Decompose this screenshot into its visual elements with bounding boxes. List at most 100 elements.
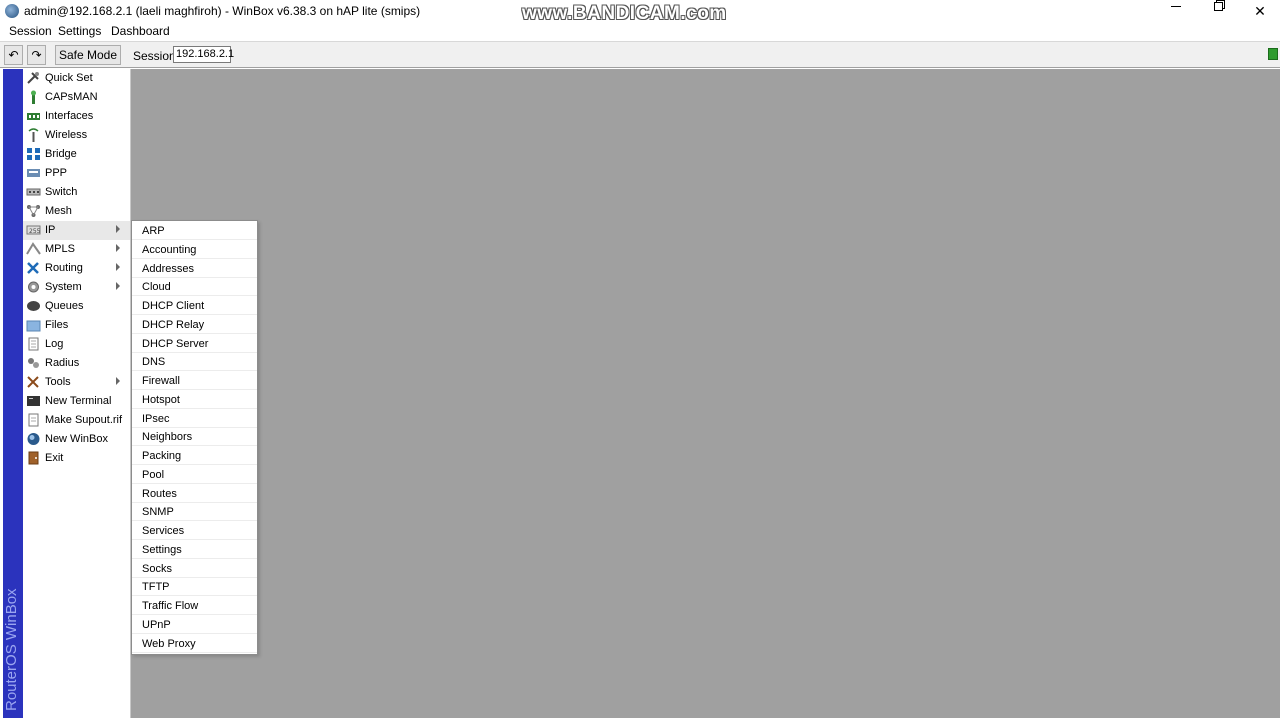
submenu-item-dhcp-server[interactable]: DHCP Server [132, 334, 257, 353]
submenu-item-socks[interactable]: Socks [132, 559, 257, 578]
submenu-item-accounting[interactable]: Accounting [132, 240, 257, 259]
submenu-item-dhcp-client[interactable]: DHCP Client [132, 296, 257, 315]
radius-icon [28, 358, 39, 368]
menu-item-exit[interactable]: Exit [23, 449, 130, 468]
safe-mode-button[interactable]: Safe Mode [55, 45, 121, 65]
menu-item-wireless[interactable]: Wireless [23, 126, 130, 145]
menu-item-make-supout[interactable]: Make Supout.rif [23, 411, 130, 430]
workspace-area [131, 69, 1280, 718]
menu-item-routing[interactable]: Routing [23, 259, 130, 278]
bridge-icon [27, 148, 40, 160]
menu-item-new-terminal[interactable]: New Terminal [23, 392, 130, 411]
menu-item-queues[interactable]: Queues [23, 297, 130, 316]
submenu-item-web-proxy[interactable]: Web Proxy [132, 634, 257, 653]
redo-icon: ↷ [31, 48, 42, 62]
menu-item-new-winbox[interactable]: New WinBox [23, 430, 130, 449]
close-icon: ✕ [1254, 2, 1266, 19]
submenu-item-services[interactable]: Services [132, 521, 257, 540]
menu-item-files[interactable]: Files [23, 316, 130, 335]
title-bar: admin@192.168.2.1 (laeli maghfiroh) - Wi… [0, 0, 1280, 24]
menu-item-capsman[interactable]: CAPsMAN [23, 88, 130, 107]
close-button[interactable]: ✕ [1238, 0, 1280, 22]
submenu-item-tftp[interactable]: TFTP [132, 577, 257, 596]
submenu-item-label: IPsec [142, 413, 170, 425]
submenu-item-label: DHCP Client [142, 300, 205, 312]
menu-item-label: Wireless [45, 129, 88, 141]
submenu-item-traffic-flow[interactable]: Traffic Flow [132, 596, 257, 615]
menu-item-mpls[interactable]: MPLS [23, 240, 130, 259]
interfaces-icon [27, 113, 40, 120]
submenu-item-pool[interactable]: Pool [132, 465, 257, 484]
menu-item-radius[interactable]: Radius [23, 354, 130, 373]
submenu-item-neighbors[interactable]: Neighbors [132, 427, 257, 446]
menu-item-switch[interactable]: Switch [23, 183, 130, 202]
menu-item-label: Make Supout.rif [45, 414, 123, 426]
submenu-item-label: Settings [142, 544, 182, 556]
minimize-icon [1171, 5, 1181, 7]
ppp-icon [27, 169, 40, 177]
submenu-item-cloud[interactable]: Cloud [132, 277, 257, 296]
submenu-arrow-icon [116, 263, 120, 271]
tools-icon [27, 376, 39, 388]
winbox-app-icon [5, 4, 19, 18]
submenu-item-addresses[interactable]: Addresses [132, 259, 257, 278]
menu-item-label: Radius [45, 357, 80, 369]
menu-item-label: CAPsMAN [45, 91, 98, 103]
menu-item-quick-set[interactable]: Quick Set [23, 69, 130, 88]
ip-submenu: ARP Accounting Addresses Cloud DHCP Clie… [131, 220, 258, 655]
menu-item-label: Switch [45, 186, 78, 198]
menu-item-label: New Terminal [45, 395, 112, 407]
switch-icon [26, 188, 41, 196]
submenu-item-dns[interactable]: DNS [132, 352, 257, 371]
submenu-item-label: Traffic Flow [142, 600, 199, 612]
submenu-item-label: Neighbors [142, 431, 193, 443]
menu-item-label: System [45, 281, 82, 293]
menu-item-system[interactable]: System [23, 278, 130, 297]
mesh-icon [27, 205, 40, 217]
menu-item-label: Mesh [45, 205, 72, 217]
menu-dashboard[interactable]: Dashboard [111, 24, 170, 38]
terminal-icon [27, 396, 40, 406]
submenu-item-firewall[interactable]: Firewall [132, 371, 257, 390]
submenu-item-packing[interactable]: Packing [132, 446, 257, 465]
submenu-item-routes[interactable]: Routes [132, 484, 257, 503]
menu-settings[interactable]: Settings [58, 24, 101, 38]
submenu-item-label: Socks [142, 563, 172, 575]
submenu-item-dhcp-relay[interactable]: DHCP Relay [132, 315, 257, 334]
submenu-item-snmp[interactable]: SNMP [132, 502, 257, 521]
submenu-arrow-icon [116, 225, 120, 233]
undo-button[interactable]: ↶ [4, 45, 23, 65]
menu-session[interactable]: Session [9, 24, 52, 38]
supout-icon [28, 413, 39, 427]
menu-item-tools[interactable]: Tools [23, 373, 130, 392]
menu-bar: Session Settings Dashboard [0, 22, 1280, 41]
menu-item-mesh[interactable]: Mesh [23, 202, 130, 221]
submenu-item-hotspot[interactable]: Hotspot [132, 390, 257, 409]
menu-item-label: Bridge [45, 148, 77, 160]
submenu-item-upnp[interactable]: UPnP [132, 615, 257, 634]
restore-button[interactable] [1196, 0, 1240, 22]
folder-icon [26, 320, 41, 332]
winbox-icon [27, 433, 40, 445]
minimize-button[interactable] [1154, 0, 1198, 22]
submenu-item-label: DHCP Relay [142, 319, 205, 331]
capsman-icon [31, 90, 36, 104]
menu-item-bridge[interactable]: Bridge [23, 145, 130, 164]
exit-icon [28, 451, 39, 465]
session-field[interactable]: 192.168.2.1 [173, 46, 234, 63]
submenu-item-arp[interactable]: ARP [132, 221, 257, 240]
log-icon [28, 337, 39, 351]
undo-icon: ↶ [8, 48, 19, 62]
submenu-item-settings[interactable]: Settings [132, 540, 257, 559]
menu-item-label: Log [45, 338, 64, 350]
submenu-item-ipsec[interactable]: IPsec [132, 409, 257, 428]
submenu-item-label: Cloud [142, 281, 171, 293]
menu-item-interfaces[interactable]: Interfaces [23, 107, 130, 126]
menu-item-ip[interactable]: 255 IP [23, 221, 130, 240]
menu-item-label: PPP [45, 167, 68, 179]
menu-item-ppp[interactable]: PPP [23, 164, 130, 183]
menu-item-log[interactable]: Log [23, 335, 130, 354]
redo-button[interactable]: ↷ [27, 45, 46, 65]
submenu-item-label: DHCP Server [142, 338, 209, 350]
toolbar: ↶ ↷ Safe Mode Session: 192.168.2.1 [0, 41, 1280, 68]
